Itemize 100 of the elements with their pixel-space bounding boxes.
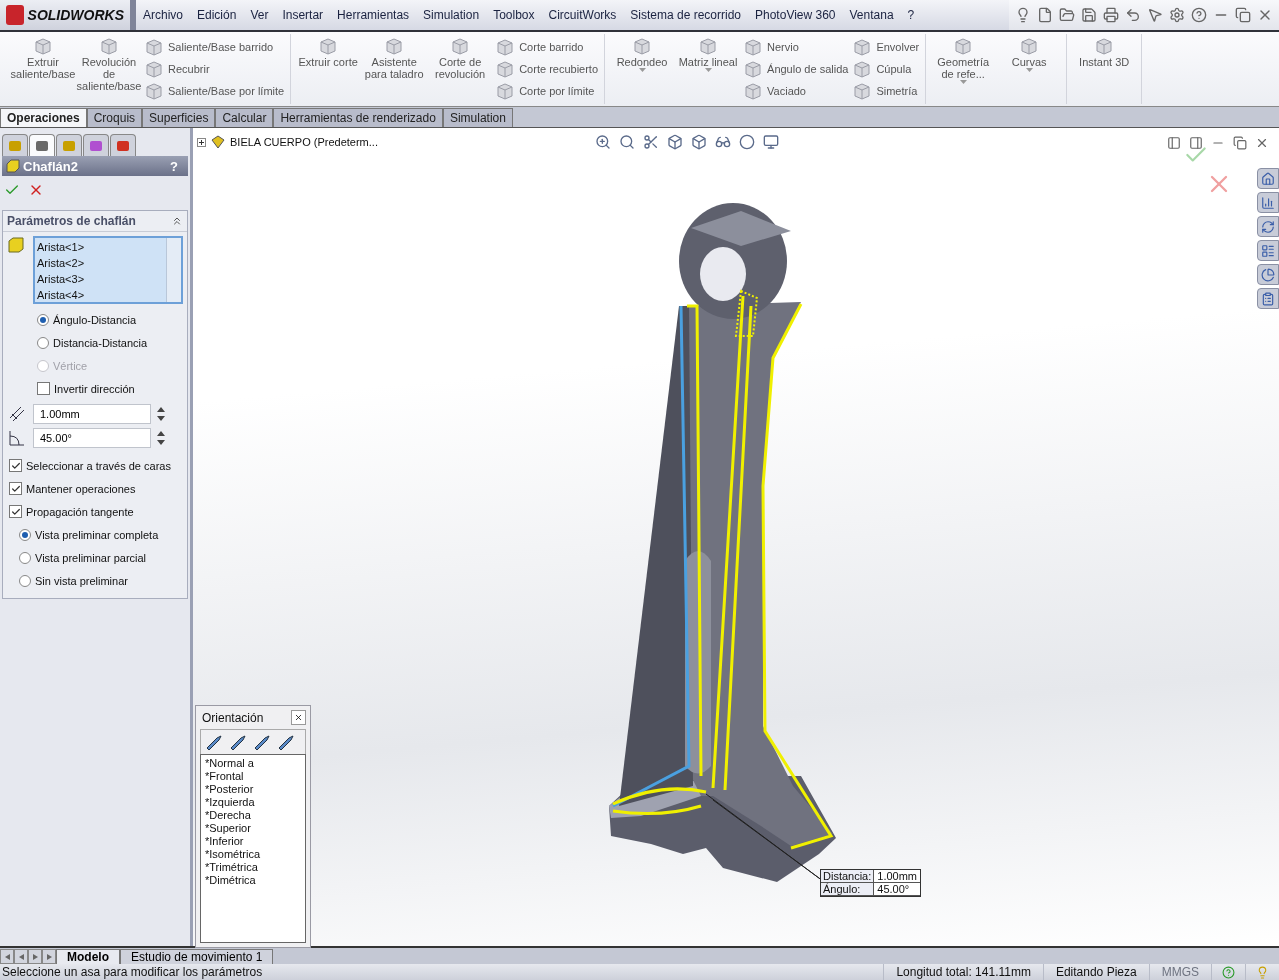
tool-button[interactable]: Simetría bbox=[852, 80, 920, 102]
angle-field[interactable]: 45.00° bbox=[33, 428, 151, 448]
monitor-icon[interactable] bbox=[763, 134, 779, 150]
checkbox[interactable] bbox=[9, 505, 22, 518]
tool-button[interactable]: Corte por límite bbox=[495, 80, 599, 102]
list-item[interactable]: *Dimétrica bbox=[205, 874, 301, 887]
checkbox[interactable] bbox=[9, 459, 22, 472]
new-file-icon[interactable] bbox=[1037, 7, 1053, 23]
list-item[interactable]: Arista<3> bbox=[37, 271, 164, 287]
save-icon[interactable] bbox=[1081, 7, 1097, 23]
tool-button[interactable]: Redondeo bbox=[611, 34, 674, 104]
task-pane-tab[interactable] bbox=[1257, 192, 1279, 213]
close-button[interactable] bbox=[291, 710, 306, 725]
radio-button[interactable] bbox=[19, 551, 31, 564]
collapse-icon[interactable] bbox=[171, 215, 183, 227]
tool-button[interactable]: Extruir corte bbox=[297, 34, 360, 104]
tool-button[interactable]: Cúpula bbox=[852, 58, 920, 80]
right-panel-icon[interactable] bbox=[1189, 136, 1203, 150]
radio-button[interactable] bbox=[37, 313, 49, 326]
tool-button[interactable]: Extruir saliente/base bbox=[12, 34, 74, 104]
list-item[interactable]: Arista<1> bbox=[37, 239, 164, 255]
command-tab[interactable]: Calcular bbox=[215, 108, 274, 127]
panel-tab[interactable] bbox=[110, 134, 136, 156]
tool-button[interactable]: Asistente para taladro bbox=[363, 34, 426, 104]
command-tab[interactable]: Operaciones bbox=[0, 108, 87, 127]
distance-field[interactable]: 1.00mm bbox=[33, 404, 151, 424]
list-item[interactable]: *Inferior bbox=[205, 835, 301, 848]
glasses-icon[interactable] bbox=[715, 134, 731, 150]
list-item[interactable]: *Izquierda bbox=[205, 796, 301, 809]
sphere-icon[interactable] bbox=[739, 134, 755, 150]
undo-icon[interactable] bbox=[1125, 7, 1141, 23]
menu-item[interactable]: Edición bbox=[190, 8, 244, 22]
tool-button[interactable]: Corte de revolución bbox=[429, 34, 492, 104]
tool-button[interactable]: Saliente/Base barrido bbox=[144, 36, 285, 58]
menu-item[interactable]: Ver bbox=[243, 8, 276, 22]
model-tab[interactable]: Modelo bbox=[56, 949, 120, 964]
print-icon[interactable] bbox=[1103, 7, 1119, 23]
menu-item[interactable]: ? bbox=[900, 8, 922, 22]
list-item[interactable]: *Trimétrica bbox=[205, 861, 301, 874]
list-item[interactable]: Arista<2> bbox=[37, 255, 164, 271]
view-orientation-icon[interactable] bbox=[691, 134, 707, 150]
list-item[interactable]: *Isométrica bbox=[205, 848, 301, 861]
panel-tab[interactable] bbox=[83, 134, 109, 156]
nav-button[interactable] bbox=[0, 949, 14, 964]
help-icon[interactable] bbox=[1191, 7, 1207, 23]
radio-button[interactable] bbox=[19, 574, 31, 587]
help-icon[interactable] bbox=[1222, 965, 1235, 979]
nav-button[interactable] bbox=[42, 949, 56, 964]
list-item[interactable]: *Derecha bbox=[205, 809, 301, 822]
tool-button[interactable]: Ángulo de salida bbox=[743, 58, 849, 80]
command-tab[interactable]: Herramientas de renderizado bbox=[273, 108, 443, 127]
tool-button[interactable]: Envolver bbox=[852, 36, 920, 58]
cube-icon[interactable] bbox=[667, 134, 683, 150]
task-pane-tab[interactable] bbox=[1257, 216, 1279, 237]
tool-button[interactable]: Vaciado bbox=[743, 80, 849, 102]
command-tab[interactable]: Croquis bbox=[86, 108, 143, 127]
tool-button[interactable]: Geometría de refe... bbox=[932, 34, 995, 104]
scrollbar[interactable] bbox=[166, 238, 181, 302]
callout-value[interactable]: 45.00° bbox=[874, 883, 921, 896]
radio-button[interactable] bbox=[19, 528, 31, 541]
zoom-area-icon[interactable] bbox=[619, 134, 635, 150]
open-folder-icon[interactable] bbox=[1059, 7, 1075, 23]
list-item[interactable]: *Superior bbox=[205, 822, 301, 835]
tool-button[interactable]: Revolución de saliente/base bbox=[78, 34, 140, 104]
tool-button[interactable]: Nervio bbox=[743, 36, 849, 58]
menu-item[interactable]: Herramientas bbox=[330, 8, 417, 22]
command-tab[interactable]: Simulation bbox=[442, 108, 513, 127]
select-icon[interactable] bbox=[1147, 7, 1163, 23]
tool-button[interactable]: Corte barrido bbox=[495, 36, 599, 58]
settings-icon[interactable] bbox=[1169, 7, 1185, 23]
nav-button[interactable] bbox=[28, 949, 42, 964]
list-item[interactable]: *Posterior bbox=[205, 783, 301, 796]
task-pane-tab[interactable] bbox=[1257, 168, 1279, 189]
tool-button[interactable]: Curvas bbox=[998, 34, 1061, 104]
list-item[interactable]: *Frontal bbox=[205, 770, 301, 783]
tool-button[interactable]: Recubrir bbox=[144, 58, 285, 80]
menu-item[interactable]: Sistema de recorrido bbox=[623, 8, 748, 22]
spinner-arrows-icon[interactable] bbox=[157, 430, 165, 446]
restore-icon[interactable] bbox=[1235, 7, 1251, 23]
menu-item[interactable]: Insertar bbox=[275, 8, 331, 22]
task-pane-tab[interactable] bbox=[1257, 264, 1279, 285]
checkbox[interactable] bbox=[9, 482, 22, 495]
menu-item[interactable]: Simulation bbox=[416, 8, 487, 22]
left-panel-icon[interactable] bbox=[1167, 136, 1181, 150]
callout-value[interactable]: 1.00mm bbox=[874, 870, 921, 883]
model-tab[interactable]: Estudio de movimiento 1 bbox=[120, 949, 274, 964]
restore-icon[interactable] bbox=[1233, 136, 1247, 150]
checkbox[interactable] bbox=[37, 382, 50, 395]
tool-button[interactable]: Matriz lineal bbox=[677, 34, 740, 104]
edge-list[interactable]: Arista<1> Arista<2> Arista<3> Arista<4> bbox=[33, 236, 183, 304]
close-icon[interactable] bbox=[1255, 136, 1269, 150]
menu-item[interactable]: CircuitWorks bbox=[541, 8, 624, 22]
task-pane-tab[interactable] bbox=[1257, 240, 1279, 261]
expand-toggle[interactable] bbox=[197, 137, 206, 147]
tool-button[interactable]: Instant 3D bbox=[1073, 34, 1136, 104]
zoom-icon[interactable] bbox=[595, 134, 611, 150]
panel-tab[interactable] bbox=[29, 134, 55, 156]
tool-button[interactable]: Corte recubierto bbox=[495, 58, 599, 80]
list-item[interactable]: Arista<4> bbox=[37, 287, 164, 303]
task-pane-tab[interactable] bbox=[1257, 288, 1279, 309]
